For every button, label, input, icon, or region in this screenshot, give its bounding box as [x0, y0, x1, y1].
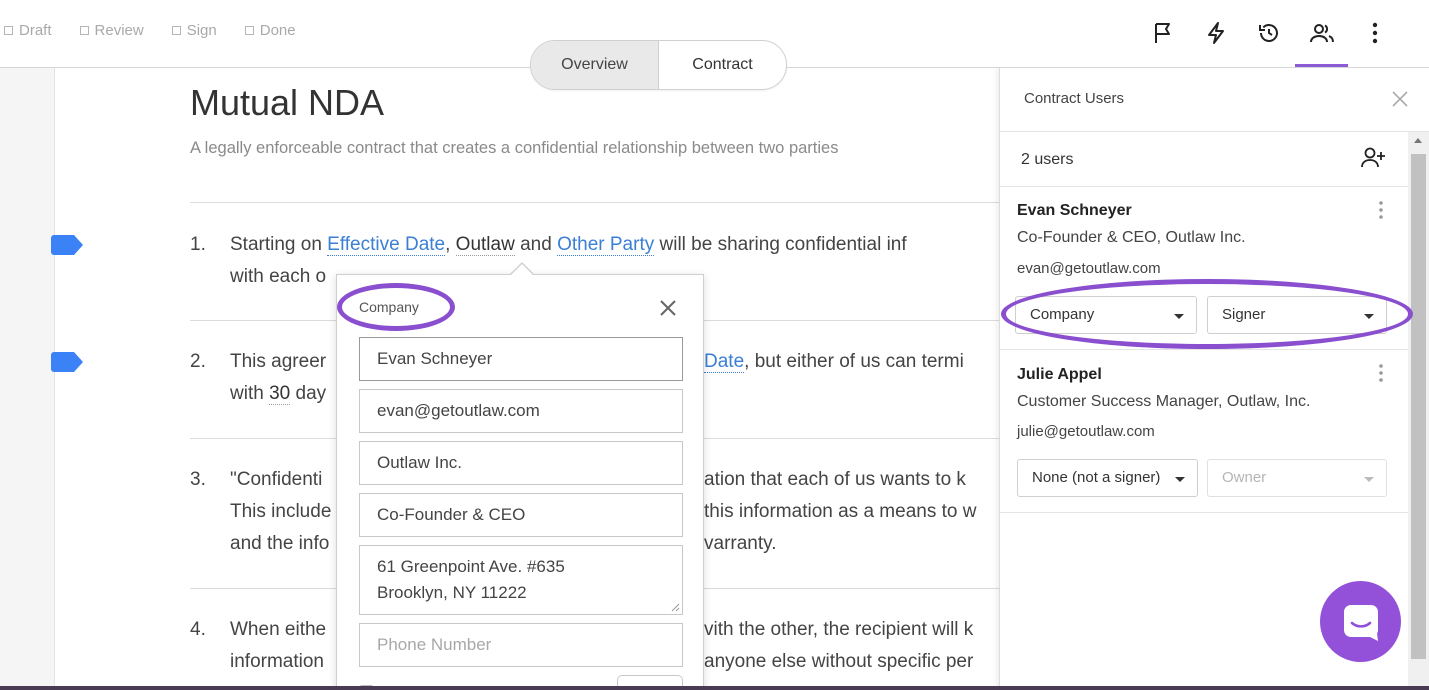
- add-user-icon[interactable]: [1360, 146, 1386, 170]
- flag-button[interactable]: [1136, 16, 1189, 50]
- history-button[interactable]: [1242, 16, 1295, 50]
- user-name: Julie Appel: [1017, 366, 1102, 383]
- variable-date[interactable]: Date: [704, 351, 745, 373]
- workflow-steps: Draft Review Sign Done: [0, 22, 296, 39]
- resize-grip-icon[interactable]: [670, 602, 680, 612]
- users-count-row: 2 users: [1000, 132, 1408, 187]
- scroll-up-icon[interactable]: [1414, 138, 1422, 143]
- page-subtitle: A legally enforceable contract that crea…: [190, 139, 839, 157]
- clause-flag-icon[interactable]: [51, 235, 83, 255]
- party-popover: Company Evan Schneyer evan@getoutlaw.com…: [336, 274, 704, 690]
- user-title: Customer Success Manager, Outlaw, Inc.: [1017, 393, 1311, 410]
- variable-other-party[interactable]: Other Party: [557, 234, 655, 256]
- role-select[interactable]: Owner: [1207, 459, 1387, 497]
- email-field[interactable]: evan@getoutlaw.com: [359, 389, 683, 433]
- role-field[interactable]: Co-Founder & CEO: [359, 493, 683, 537]
- close-icon[interactable]: [1391, 90, 1409, 108]
- more-vertical-icon[interactable]: [1378, 363, 1384, 383]
- clause-number: 1.: [190, 234, 206, 255]
- user-title: Co-Founder & CEO, Outlaw Inc.: [1017, 229, 1246, 246]
- name-field[interactable]: Evan Schneyer: [359, 337, 683, 381]
- clause-2-right: Date, but either of us can termi: [704, 351, 964, 373]
- lightning-icon: [1207, 22, 1224, 44]
- company-field[interactable]: Outlaw Inc.: [359, 441, 683, 485]
- panel-scrollbar[interactable]: [1408, 132, 1429, 690]
- user-count: 2 users: [1021, 151, 1074, 168]
- checkbox-icon: [4, 26, 13, 35]
- step-done[interactable]: Done: [244, 22, 296, 39]
- top-toolbar: [1136, 16, 1401, 67]
- page-title: Mutual NDA: [190, 82, 385, 123]
- divider: [190, 202, 1010, 203]
- address-field[interactable]: 61 Greenpoint Ave. #635 Brooklyn, NY 112…: [359, 545, 683, 615]
- scroll-thumb[interactable]: [1411, 154, 1426, 659]
- user-name: Evan Schneyer: [1017, 202, 1132, 219]
- tab-overview[interactable]: Overview: [531, 41, 659, 89]
- tab-contract[interactable]: Contract: [659, 41, 786, 89]
- variable-days[interactable]: 30: [269, 383, 291, 405]
- flag-icon: [1154, 23, 1170, 43]
- more-vertical-icon[interactable]: [1378, 200, 1384, 220]
- step-review[interactable]: Review: [79, 22, 144, 39]
- caret-down-icon: [1364, 477, 1374, 482]
- clause-number: 2.: [190, 351, 206, 372]
- panel-title: Contract Users: [1024, 90, 1125, 107]
- more-options-button[interactable]: [1348, 16, 1401, 50]
- history-icon: [1258, 24, 1278, 42]
- lightning-button[interactable]: [1189, 16, 1242, 50]
- user-email: julie@getoutlaw.com: [1017, 423, 1155, 440]
- checkbox-icon: [244, 26, 254, 35]
- bottom-edge: [0, 686, 1429, 690]
- popover-arrow: [511, 264, 533, 275]
- checkbox-icon: [79, 26, 89, 35]
- users-button[interactable]: [1295, 16, 1348, 67]
- panel-header: Contract Users: [1000, 68, 1429, 132]
- close-icon[interactable]: [657, 297, 679, 319]
- step-sign[interactable]: Sign: [171, 22, 217, 39]
- caret-down-icon: [1175, 477, 1185, 482]
- clause-3-right: ation that each of us wants to k this in…: [704, 469, 977, 554]
- checkbox-icon: [171, 26, 181, 35]
- annotation-circle: [1001, 279, 1413, 349]
- clause-4-right: vith the other, the recipient will k any…: [704, 619, 974, 672]
- annotation-circle: [337, 283, 455, 331]
- user-email: evan@getoutlaw.com: [1017, 260, 1161, 277]
- user-card: Julie Appel Customer Success Manager, Ou…: [1000, 350, 1408, 513]
- clause-number: 4.: [190, 619, 206, 640]
- phone-field[interactable]: Phone Number: [359, 623, 683, 667]
- chat-icon: [1343, 604, 1378, 641]
- variable-effective-date[interactable]: Effective Date: [327, 234, 446, 256]
- clause-number: 3.: [190, 469, 206, 490]
- clause-flag-icon[interactable]: [51, 352, 83, 372]
- users-icon: [1309, 24, 1334, 43]
- more-vertical-icon: [1372, 22, 1377, 44]
- chat-launcher-button[interactable]: [1320, 581, 1401, 662]
- view-toggle: Overview Contract: [530, 40, 787, 90]
- party-select[interactable]: None (not a signer): [1017, 459, 1198, 497]
- step-draft[interactable]: Draft: [4, 22, 52, 39]
- variable-outlaw[interactable]: Outlaw: [455, 234, 515, 256]
